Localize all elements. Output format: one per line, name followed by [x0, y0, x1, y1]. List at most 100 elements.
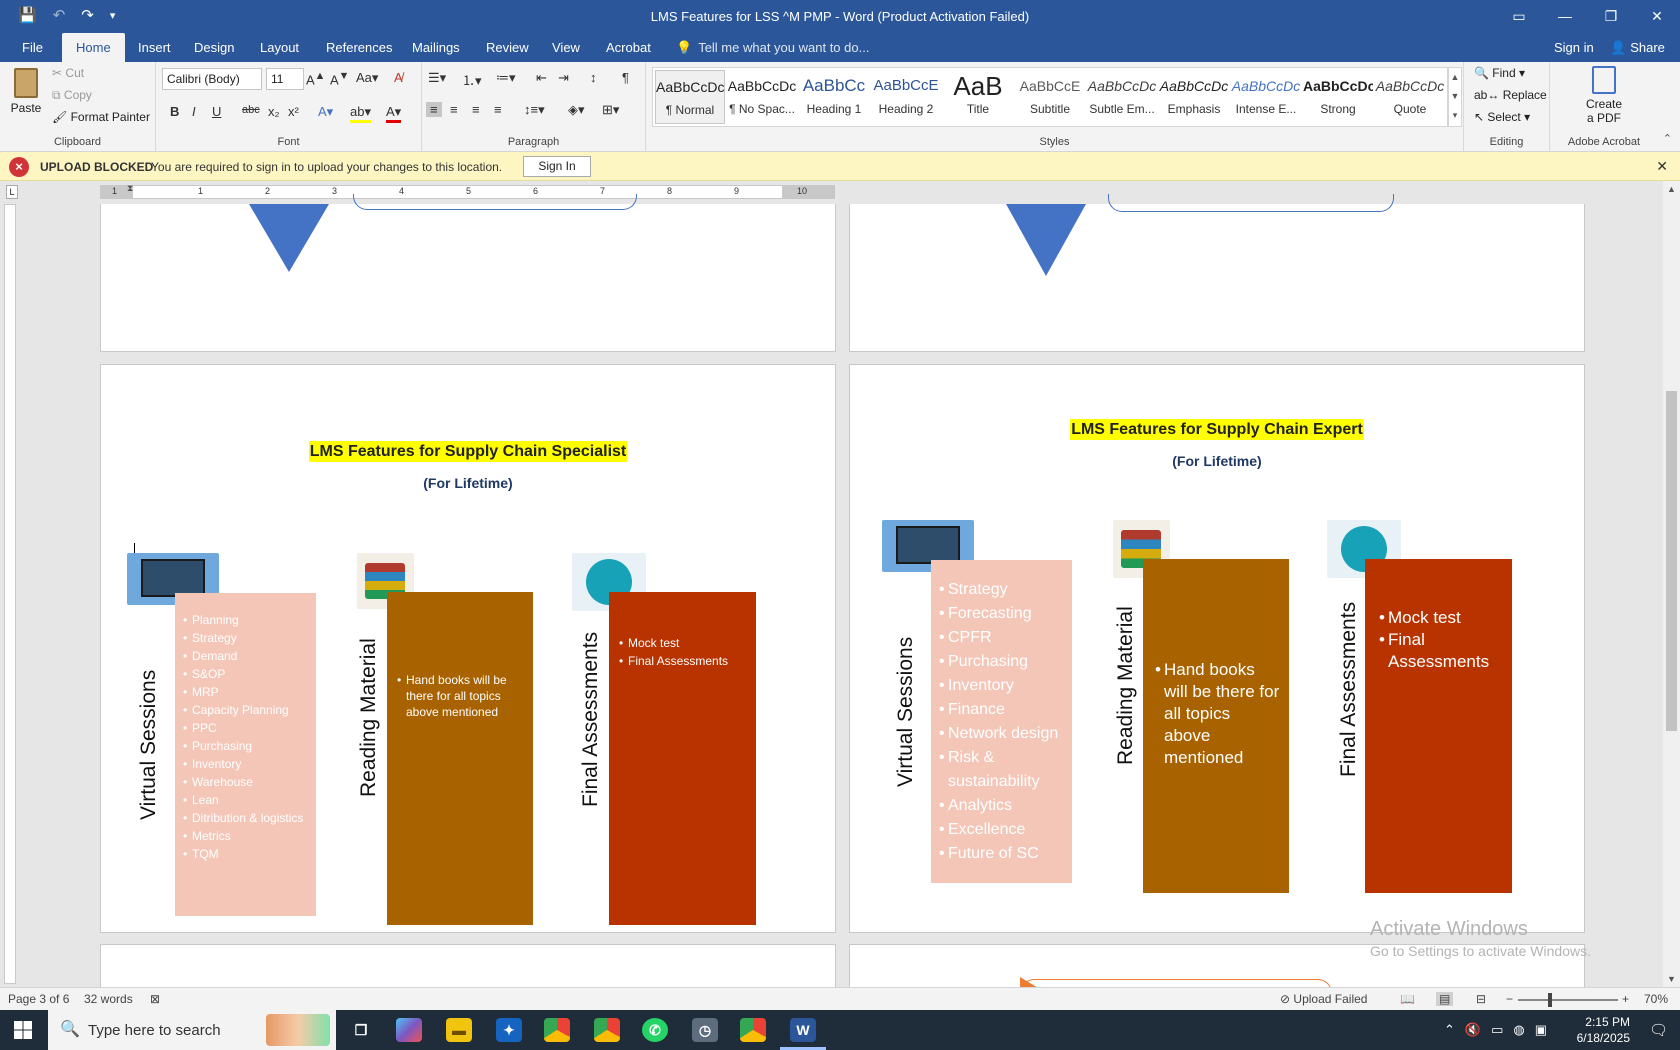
show-formatting-marks-icon[interactable]: ¶ [622, 70, 629, 85]
tab-selector-icon[interactable]: L [6, 185, 18, 199]
message-close-icon[interactable]: ✕ [1656, 158, 1668, 175]
grow-font-icon[interactable]: A▲ [306, 70, 325, 87]
collapse-ribbon-icon[interactable]: ⌃ [1663, 132, 1672, 145]
share-button[interactable]: 👤 Share [1610, 33, 1665, 62]
upload-failed-status[interactable]: ⊘ Upload Failed [1280, 992, 1367, 1006]
align-right-icon[interactable]: ≡ [472, 102, 480, 117]
numbering-icon[interactable]: ⒈▾ [462, 70, 482, 89]
scroll-up-icon[interactable]: ▲ [1667, 184, 1676, 194]
ribbon-display-options-icon[interactable]: ▭ [1496, 0, 1542, 33]
style-quote[interactable]: AaBbCcDc Quote [1375, 70, 1445, 124]
font-color-icon[interactable]: A▾ [386, 104, 402, 123]
clock-app-icon[interactable]: ◷ [692, 1018, 718, 1042]
bullets-icon[interactable]: ☰▾ [428, 70, 446, 86]
increase-indent-icon[interactable]: ⇥ [558, 70, 569, 86]
read-mode-icon[interactable]: 📖 [1400, 992, 1415, 1006]
action-center-icon[interactable]: 🗨 [1649, 1021, 1668, 1039]
style-subtle-emphasis[interactable]: AaBbCcDc Subtle Em... [1087, 70, 1157, 124]
style-intense-emphasis[interactable]: AaBbCcDc Intense E... [1231, 70, 1301, 124]
minimize-icon[interactable]: — [1542, 0, 1588, 33]
shading-icon[interactable]: ◈▾ [568, 102, 585, 118]
change-case-icon[interactable]: Aa▾ [356, 70, 378, 86]
page-count[interactable]: Page 3 of 6 [8, 992, 69, 1006]
superscript-icon[interactable]: x² [288, 104, 299, 119]
shrink-font-icon[interactable]: A▼ [330, 70, 349, 87]
tab-file[interactable]: File [18, 33, 47, 62]
zoom-out-icon[interactable]: − [1506, 992, 1513, 1006]
zoom-in-icon[interactable]: + [1622, 992, 1629, 1006]
justify-icon[interactable]: ≡ [494, 102, 502, 117]
tab-view[interactable]: View [548, 33, 584, 62]
scroll-down-icon[interactable]: ▼ [1667, 974, 1676, 984]
tab-mailings[interactable]: Mailings [408, 33, 464, 62]
chrome-profile-2-icon[interactable] [740, 1018, 766, 1042]
style-subtitle[interactable]: AaBbCcE Subtitle [1015, 70, 1085, 124]
find-button[interactable]: 🔍 Find ▾ [1474, 66, 1525, 80]
borders-icon[interactable]: ⊞▾ [602, 102, 619, 118]
print-layout-icon[interactable]: ▤ [1436, 992, 1454, 1006]
web-layout-icon[interactable]: ⊟ [1476, 992, 1486, 1006]
whatsapp-icon[interactable]: ✆ [642, 1018, 668, 1042]
tray-overflow-icon[interactable]: ⌃ [1444, 1022, 1465, 1037]
volume-icon[interactable]: 🔇 [1465, 1022, 1491, 1037]
style-heading-1[interactable]: AaBbCc Heading 1 [799, 70, 869, 124]
scrollbar-thumb[interactable] [1666, 391, 1677, 731]
strikethrough-icon[interactable]: abc [242, 104, 260, 116]
horizontal-ruler[interactable]: L 1 1 2 3 4 5 6 7 8 9 10 ⧗ [0, 181, 1680, 203]
zoom-level[interactable]: 70% [1644, 992, 1668, 1006]
style-no-spacing[interactable]: AaBbCcDc ¶ No Spac... [727, 70, 797, 124]
style-normal[interactable]: AaBbCcDc ¶ Normal [655, 70, 725, 124]
align-left-icon[interactable]: ≡ [426, 102, 442, 117]
tab-acrobat[interactable]: Acrobat [602, 33, 655, 62]
copy-button[interactable]: ⧉ Copy [52, 88, 92, 103]
text-effects-icon[interactable]: A▾ [318, 104, 333, 120]
font-name-dropdown[interactable]: Calibri (Body) [162, 68, 262, 90]
indent-marker-icon[interactable]: ⧗ [127, 183, 133, 194]
font-size-dropdown[interactable]: 11 [266, 68, 304, 90]
style-heading-2[interactable]: AaBbCcE Heading 2 [871, 70, 941, 124]
notification-icon[interactable]: ▣ [1535, 1022, 1557, 1037]
cut-button[interactable]: ✂ Cut [52, 66, 84, 80]
select-button[interactable]: ↖ Select ▾ [1474, 110, 1530, 124]
line-spacing-icon[interactable]: ↕≡▾ [524, 102, 545, 118]
clear-formatting-icon[interactable]: A̸ [394, 70, 403, 85]
copilot-icon[interactable] [396, 1018, 422, 1042]
tab-references[interactable]: References [322, 33, 396, 62]
file-explorer-icon[interactable]: ▬ [446, 1018, 472, 1042]
tab-insert[interactable]: Insert [134, 33, 175, 62]
maximize-icon[interactable]: ❐ [1588, 0, 1634, 33]
tab-home[interactable]: Home [62, 33, 125, 62]
tab-design[interactable]: Design [190, 33, 238, 62]
taskbar-search-box[interactable]: 🔍 Type here to search [48, 1010, 336, 1050]
italic-icon[interactable]: I [192, 104, 196, 119]
replace-button[interactable]: ab↔ Replace [1474, 88, 1547, 102]
close-icon[interactable]: ✕ [1634, 0, 1680, 33]
style-title[interactable]: AaB Title [943, 70, 1013, 124]
format-painter-button[interactable]: 🖌 Format Painter [52, 110, 150, 124]
zoom-slider-thumb[interactable] [1548, 993, 1552, 1007]
underline-icon[interactable]: U [212, 104, 221, 119]
message-sign-in-button[interactable]: Sign In [523, 156, 591, 177]
sign-in-link[interactable]: Sign in [1554, 33, 1594, 62]
style-emphasis[interactable]: AaBbCcDc Emphasis [1159, 70, 1229, 124]
word-icon[interactable]: W [790, 1018, 816, 1042]
multilevel-list-icon[interactable]: ≔▾ [496, 70, 516, 86]
chrome-icon[interactable] [544, 1018, 570, 1042]
style-strong[interactable]: AaBbCcDc Strong [1303, 70, 1373, 124]
tell-me-search[interactable]: 💡 Tell me what you want to do... [676, 33, 869, 62]
align-center-icon[interactable]: ≡ [450, 102, 458, 117]
network-icon[interactable]: ◍ [1513, 1022, 1534, 1037]
bold-icon[interactable]: B [170, 104, 179, 119]
vertical-scrollbar[interactable]: ▲ ▼ [1663, 181, 1680, 987]
create-pdf-button[interactable]: Create a PDF [1568, 66, 1640, 125]
windows-start-icon[interactable] [14, 1021, 32, 1039]
task-view-icon[interactable]: ❐ [348, 1018, 374, 1042]
app-icon[interactable]: ✦ [496, 1018, 522, 1042]
word-count[interactable]: 32 words [84, 992, 133, 1006]
decrease-indent-icon[interactable]: ⇤ [536, 70, 547, 86]
proofing-icon[interactable]: ⊠ [150, 992, 160, 1006]
tab-review[interactable]: Review [482, 33, 533, 62]
highlight-icon[interactable]: ab▾ [350, 104, 371, 123]
styles-scroll-buttons[interactable]: ▲ ▼ ▾ [1448, 67, 1462, 127]
sort-icon[interactable]: ↕ [590, 70, 597, 85]
